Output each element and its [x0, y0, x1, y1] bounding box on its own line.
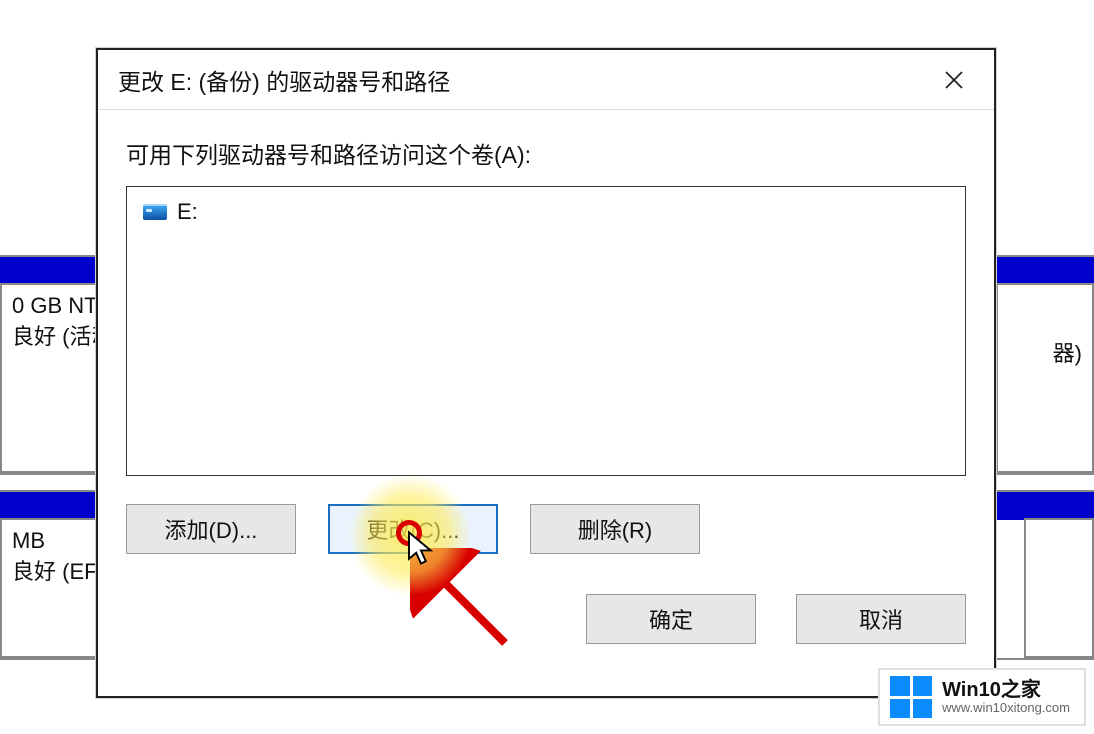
list-item-label: E:	[177, 199, 198, 225]
bg-vol2-line1: MB	[12, 526, 96, 557]
cancel-button[interactable]: 取消	[796, 594, 966, 644]
dialog-title: 更改 E: (备份) 的驱动器号和路径	[118, 63, 450, 97]
change-button[interactable]: 更改(C)...	[328, 504, 498, 554]
description-label: 可用下列驱动器号和路径访问这个卷(A):	[126, 136, 966, 170]
dialog-body: 可用下列驱动器号和路径访问这个卷(A): E: 添加(D)... 更改(C)..…	[98, 110, 994, 696]
bg-vol2-line2: 良好 (EFI 系	[12, 557, 96, 588]
watermark-text: Win10之家 www.win10xitong.com	[942, 680, 1070, 715]
close-button[interactable]	[928, 57, 980, 103]
drive-paths-listbox[interactable]: E:	[126, 186, 966, 476]
list-item[interactable]: E:	[139, 197, 953, 227]
bg-vol1-line1: 0 GB NT	[12, 291, 96, 322]
close-icon	[944, 70, 964, 90]
change-drive-letter-dialog: 更改 E: (备份) 的驱动器号和路径 可用下列驱动器号和路径访问这个卷(A):…	[96, 48, 996, 698]
add-button[interactable]: 添加(D)...	[126, 504, 296, 554]
watermark: Win10之家 www.win10xitong.com	[878, 668, 1086, 726]
watermark-title: Win10之家	[942, 680, 1070, 701]
windows-logo-icon	[890, 676, 932, 718]
ok-button[interactable]: 确定	[586, 594, 756, 644]
titlebar: 更改 E: (备份) 的驱动器号和路径	[98, 50, 994, 110]
action-button-row: 添加(D)... 更改(C)... 删除(R)	[126, 504, 966, 554]
bg-volume-2: MB 良好 (EFI 系	[0, 518, 108, 658]
bg-volume-3: 器)	[996, 283, 1094, 473]
bg-vol3-suffix: 器)	[1008, 339, 1082, 370]
bg-vol1-line2: 良好 (活动	[12, 322, 96, 353]
drive-icon	[143, 204, 167, 220]
watermark-url: www.win10xitong.com	[942, 701, 1070, 715]
bg-volume-4	[1024, 518, 1094, 658]
confirm-button-row: 确定 取消	[126, 594, 966, 644]
bg-volume-1: 0 GB NT 良好 (活动	[0, 283, 108, 473]
remove-button[interactable]: 删除(R)	[530, 504, 700, 554]
